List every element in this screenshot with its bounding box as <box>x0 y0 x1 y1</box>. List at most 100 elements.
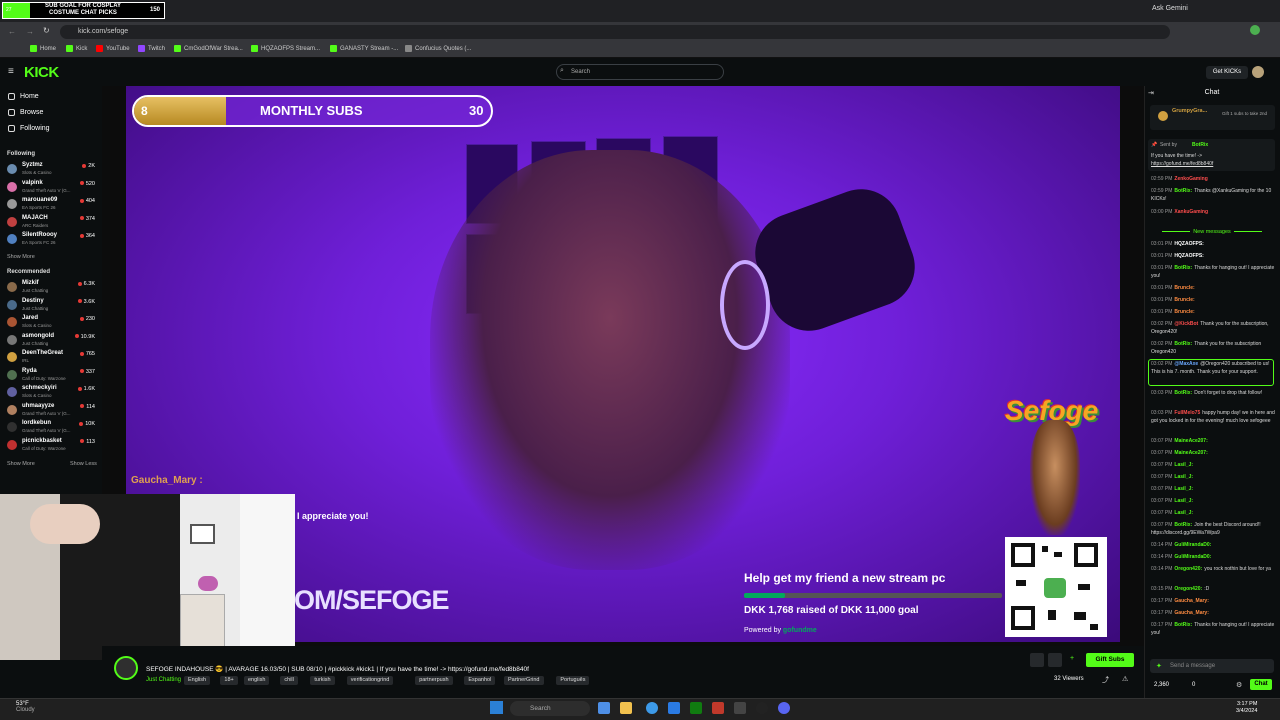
recommended-channel[interactable]: lordkebun Grand Theft Auto V (G... 10K <box>7 420 97 437</box>
ask-gemini-button[interactable]: Ask Gemini <box>1152 5 1188 12</box>
show-less-recommended[interactable]: Show Less <box>70 461 97 467</box>
recommended-channel[interactable]: DeenTheGreat IRL 765 <box>7 350 97 367</box>
recommended-channel[interactable]: schmeckyiri Slots & Casino 1.6K <box>7 385 97 402</box>
nav-following[interactable]: Following <box>8 125 50 132</box>
chat-username[interactable]: XankuGaming <box>1174 209 1208 215</box>
bookmark-youtube[interactable]: YouTube <box>96 45 130 52</box>
report-icon[interactable]: ⚠ <box>1122 675 1128 683</box>
app-icon[interactable] <box>734 702 746 714</box>
shield-button[interactable] <box>1048 653 1062 667</box>
clip-button[interactable] <box>1030 653 1044 667</box>
recommended-channel[interactable]: Destiny Just Chatting 3.6K <box>7 298 97 315</box>
following-channel[interactable]: Syztmz Slots & Casino 2K <box>7 162 97 179</box>
chat-username[interactable]: Oregon420: <box>1174 586 1202 592</box>
chrome-icon[interactable] <box>646 702 658 714</box>
recommended-channel[interactable]: uhmaayyze Grand Theft Auto V (G... 114 <box>7 403 97 420</box>
stream-tag[interactable]: 18+ <box>220 676 238 685</box>
stream-category[interactable]: Just Chatting <box>146 677 181 683</box>
url-field[interactable]: kick.com/sefoge <box>60 25 1170 39</box>
stream-tag[interactable]: PartnerGrind <box>504 676 544 685</box>
chat-username[interactable]: BotRix: <box>1174 265 1192 271</box>
user-avatar[interactable] <box>1252 66 1264 78</box>
chat-username[interactable]: Gaucha_Mary: <box>1174 610 1208 616</box>
get-kicks-button[interactable]: Get KICKs <box>1206 66 1248 79</box>
chat-username[interactable]: GuliMirandaD0: <box>1174 554 1211 560</box>
nav-home[interactable]: Home <box>8 93 39 100</box>
menu-icon[interactable]: ≡ <box>8 66 14 77</box>
emote-icon[interactable]: ✦ <box>1156 662 1162 670</box>
bookmark-ganasty[interactable]: GANASTY Stream -... <box>330 45 398 52</box>
bookmark-cmgodofwar[interactable]: CmGodOfWar Strea... <box>174 45 243 52</box>
recommended-channel[interactable]: asmongold Just Chatting 10.9K <box>7 333 97 350</box>
app-icon[interactable] <box>756 702 768 714</box>
chat-username[interactable]: @MaxAxe <box>1174 361 1198 367</box>
chat-username[interactable]: Gaucha_Mary: <box>1174 598 1208 604</box>
forward-icon[interactable]: → <box>26 27 34 36</box>
follow-icon[interactable]: + <box>1070 655 1074 662</box>
task-view-icon[interactable] <box>598 702 610 714</box>
stream-tag[interactable]: chill <box>280 676 298 685</box>
discord-icon[interactable] <box>778 702 790 714</box>
reload-icon[interactable]: ↻ <box>43 26 50 35</box>
chat-username[interactable]: Bruncle: <box>1174 297 1194 303</box>
edge-icon[interactable] <box>668 702 680 714</box>
recommended-channel[interactable]: Mizkif Just Chatting 6.3K <box>7 280 97 297</box>
chat-username[interactable]: ZenkoGaming <box>1174 176 1207 182</box>
share-icon[interactable]: ⤴ <box>1102 675 1109 685</box>
following-channel[interactable]: SilentRoooy EA Sports FC 26 364 <box>7 232 97 249</box>
show-more-recommended[interactable]: Show More <box>7 461 35 467</box>
stream-tag[interactable]: Português <box>556 676 590 685</box>
chat-username[interactable]: Oregon420: <box>1174 566 1202 572</box>
stream-tag[interactable]: turkish <box>310 676 335 685</box>
chat-username[interactable]: BotRix: <box>1174 522 1192 528</box>
show-more-following[interactable]: Show More <box>7 254 35 260</box>
chat-username[interactable]: MaineAce207: <box>1174 438 1207 444</box>
stream-tag[interactable]: english <box>244 676 270 685</box>
bookmark-confucius[interactable]: Confucius Quotes (... <box>405 45 471 52</box>
settings-icon[interactable]: ⚙ <box>1236 681 1242 689</box>
following-channel[interactable]: marouane09 EA Sports FC 26 404 <box>7 197 97 214</box>
back-icon[interactable]: ← <box>8 27 16 36</box>
chat-username[interactable]: BotRix: <box>1174 390 1192 396</box>
chat-username[interactable]: Lasil_J: <box>1174 486 1193 492</box>
chat-username[interactable]: HQZAOFPS: <box>1174 241 1203 247</box>
kick-logo[interactable]: KICK <box>24 64 59 81</box>
search-input[interactable]: Search <box>556 64 724 80</box>
chat-username[interactable]: FullMelo75 <box>1174 410 1200 416</box>
bookmark-hqzaofps[interactable]: HQZAOFPS Stream... <box>251 45 320 52</box>
chat-username[interactable]: BotRix: <box>1174 622 1192 628</box>
chat-username[interactable]: @KickBot <box>1174 321 1198 327</box>
xbox-icon[interactable] <box>690 702 702 714</box>
chat-username[interactable]: BotRix: <box>1174 188 1192 194</box>
recommended-channel[interactable]: Ryda Call of Duty: Warzone 337 <box>7 368 97 385</box>
stream-tag[interactable]: English <box>184 676 211 685</box>
bookmark-twitch[interactable]: Twitch <box>138 45 165 52</box>
chat-username[interactable]: Lasil_J: <box>1174 474 1193 480</box>
profile-avatar[interactable] <box>1250 25 1260 35</box>
channel-avatar[interactable] <box>114 656 138 680</box>
chat-username[interactable]: Bruncle: <box>1174 309 1194 315</box>
weather-widget[interactable]: 53°F Cloudy <box>16 701 35 713</box>
chat-username[interactable]: Bruncle: <box>1174 285 1194 291</box>
following-channel[interactable]: MAJACH ARC Raiders 374 <box>7 215 97 232</box>
send-chat-button[interactable]: Chat <box>1250 679 1272 690</box>
gift-subs-button[interactable]: Gift Subs <box>1086 653 1134 667</box>
chat-input[interactable]: Send a message <box>1150 659 1274 673</box>
app-icon[interactable] <box>712 702 724 714</box>
stream-tag[interactable]: Espanhol <box>464 676 496 685</box>
stream-tag[interactable]: partnerpush <box>415 676 453 685</box>
chat-username[interactable]: MaineAce207: <box>1174 450 1207 456</box>
bookmark-kick[interactable]: Kick <box>66 45 87 52</box>
chat-username[interactable]: BotRix: <box>1174 341 1192 347</box>
chat-username[interactable]: Lasil_J: <box>1174 510 1193 516</box>
file-explorer-icon[interactable] <box>620 702 632 714</box>
following-channel[interactable]: valpink Grand Theft Auto V (G... 520 <box>7 180 97 197</box>
windows-start-icon[interactable] <box>490 701 503 714</box>
chat-username[interactable]: GuliMirandaD0: <box>1174 542 1211 548</box>
taskbar-search[interactable]: Search <box>510 701 590 716</box>
bookmark-home[interactable]: Home <box>30 45 56 52</box>
stream-tag[interactable]: verificationgrind <box>346 676 394 685</box>
recommended-channel[interactable]: picnickbasket Call of Duty: Warzone 113 <box>7 438 97 455</box>
chat-username[interactable]: HQZAOFPS: <box>1174 253 1203 259</box>
nav-browse[interactable]: Browse <box>8 109 43 116</box>
